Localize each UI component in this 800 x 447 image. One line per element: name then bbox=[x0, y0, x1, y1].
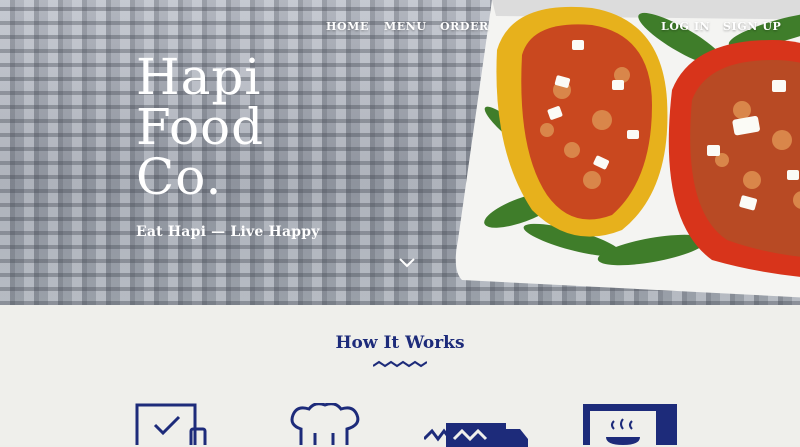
logo-line-1: Hapi bbox=[136, 48, 262, 106]
microwave-icon bbox=[583, 404, 677, 445]
section-title: How It Works bbox=[335, 333, 465, 353]
nav-login-link[interactable]: LOG IN bbox=[661, 20, 710, 33]
food-photo bbox=[455, 0, 800, 298]
nav-order-link[interactable]: ORDER bbox=[440, 20, 489, 33]
logo-line-3: Co. bbox=[136, 148, 223, 206]
laptop-check-icon bbox=[135, 403, 207, 445]
chevron-down-icon[interactable] bbox=[398, 256, 416, 268]
brand-logo[interactable]: Hapi Food Co. bbox=[136, 52, 291, 202]
nav-signup-link[interactable]: SIGN UP bbox=[723, 20, 781, 33]
zigzag-divider-icon bbox=[373, 360, 427, 368]
chef-hat-icon bbox=[290, 403, 360, 445]
nav-home-link[interactable]: HOME bbox=[326, 20, 369, 33]
delivery-truck-icon bbox=[424, 423, 528, 447]
hero-section: HOME MENU ORDER LOG IN SIGN UP Hapi Food… bbox=[0, 0, 800, 305]
tagline: Eat Hapi — Live Happy bbox=[136, 224, 320, 240]
logo-line-2: Food bbox=[136, 98, 265, 156]
how-it-works-section: How It Works bbox=[0, 305, 800, 447]
nav-menu-link[interactable]: MENU bbox=[384, 20, 427, 33]
